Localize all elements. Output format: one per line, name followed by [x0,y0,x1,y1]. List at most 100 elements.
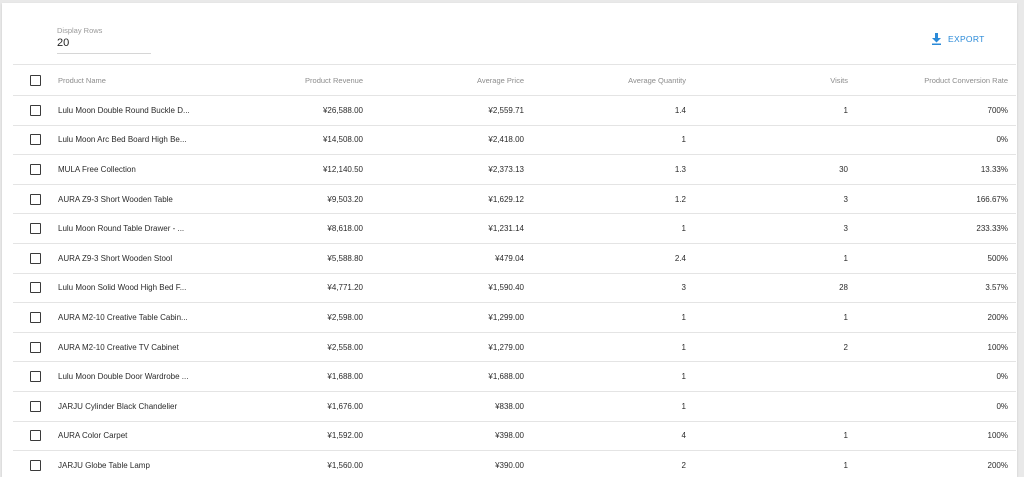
visits-cell: 1 [843,460,848,470]
product-revenue-cell: ¥1,592.00 [327,431,363,441]
visits-cell: 1 [843,105,848,115]
visits-cell: 30 [839,164,848,174]
average-price-cell: ¥398.00 [495,431,524,441]
product-name-cell: AURA Z9-3 Short Wooden Stool [58,253,173,263]
table-row[interactable]: MULA Free Collection ¥12,140.50 ¥2,373.13 1… [13,155,1016,185]
average-quantity-cell: 4 [681,431,686,441]
product-name-cell: AURA Z9-3 Short Wooden Table [58,194,173,204]
header-conversion-rate[interactable]: Product Conversion Rate [924,65,1008,95]
row-checkbox[interactable] [30,134,41,146]
header-average-quantity[interactable]: Average Quantity [628,65,686,95]
average-price-cell: ¥1,629.12 [488,194,524,204]
average-quantity-cell: 2.4 [674,253,686,263]
product-revenue-cell: ¥4,771.20 [327,283,363,293]
average-price-cell: ¥2,418.00 [488,135,524,145]
product-name-cell: Lulu Moon Round Table Drawer - ... [58,224,185,234]
conversion-rate-cell: 500% [987,253,1008,263]
row-checkbox[interactable] [30,371,41,383]
table-row[interactable]: Lulu Moon Double Door Wardrobe ... ¥1,688… [13,362,1016,392]
product-name-cell: Lulu Moon Solid Wood High Bed F... [58,283,187,293]
conversion-rate-cell: 200% [987,460,1008,470]
conversion-rate-cell: 3.57% [985,283,1008,293]
table-row[interactable]: Lulu Moon Double Round Buckle D... ¥26,58… [13,96,1016,126]
report-card: Display Rows 20 EXPORT Product Name Prod… [2,3,1017,477]
average-price-cell: ¥479.04 [495,253,524,263]
average-price-cell: ¥1,279.00 [488,342,524,352]
product-revenue-cell: ¥12,140.50 [322,164,363,174]
display-rows-label: Display Rows [57,26,103,35]
row-checkbox[interactable] [30,193,41,205]
conversion-rate-cell: 166.67% [976,194,1008,204]
table-row[interactable]: JARJU Globe Table Lamp ¥1,560.00 ¥390.00 2 1… [13,451,1016,477]
row-checkbox[interactable] [30,282,41,294]
product-revenue-cell: ¥2,598.00 [327,312,363,322]
average-price-cell: ¥390.00 [495,460,524,470]
product-revenue-cell: ¥14,508.00 [322,135,363,145]
product-name-cell: Lulu Moon Double Round Buckle D... [58,105,190,115]
header-product-revenue[interactable]: Product Revenue [305,65,363,95]
table-row[interactable]: AURA M2-10 Creative TV Cabinet ¥2,558.00 ¥… [13,333,1016,363]
average-quantity-cell: 1.4 [674,105,686,115]
product-table: Product Name Product Revenue Average Pri… [13,64,1016,477]
average-price-cell: ¥2,559.71 [488,105,524,115]
table-row[interactable]: Lulu Moon Round Table Drawer - ... ¥8,618… [13,214,1016,244]
average-quantity-cell: 1 [681,401,686,411]
row-checkbox[interactable] [30,430,41,442]
row-checkbox[interactable] [30,400,41,412]
average-price-cell: ¥1,231.14 [488,224,524,234]
row-checkbox[interactable] [30,341,41,353]
row-checkbox[interactable] [30,223,41,235]
table-row[interactable]: AURA Z9-3 Short Wooden Stool ¥5,588.80 ¥47… [13,244,1016,274]
conversion-rate-cell: 100% [987,431,1008,441]
table-row[interactable]: Lulu Moon Arc Bed Board High Be... ¥14,50… [13,126,1016,156]
table-row[interactable]: AURA Z9-3 Short Wooden Table ¥9,503.20 ¥1,… [13,185,1016,215]
table-row[interactable]: AURA M2-10 Creative Table Cabin... ¥2,598… [13,303,1016,333]
table-row[interactable]: AURA Color Carpet ¥1,592.00 ¥398.00 4 1 100% [13,422,1016,452]
conversion-rate-cell: 100% [987,342,1008,352]
table-row[interactable]: JARJU Cylinder Black Chandelier ¥1,676.00… [13,392,1016,422]
download-icon [932,33,941,45]
product-name-cell: JARJU Cylinder Black Chandelier [58,401,178,411]
conversion-rate-cell: 13.33% [980,164,1008,174]
average-price-cell: ¥1,590.40 [488,283,524,293]
display-rows-value[interactable]: 20 [57,36,151,51]
conversion-rate-cell: 0% [996,401,1008,411]
visits-cell: 28 [839,283,848,293]
table-row[interactable]: Lulu Moon Solid Wood High Bed F... ¥4,771… [13,274,1016,304]
table-header: Product Name Product Revenue Average Pri… [13,64,1016,96]
average-quantity-cell: 1 [681,135,686,145]
average-quantity-cell: 1.2 [674,194,686,204]
visits-cell: 3 [843,194,848,204]
average-quantity-cell: 1 [681,224,686,234]
product-name-cell: Lulu Moon Double Door Wardrobe ... [58,372,189,382]
header-average-price[interactable]: Average Price [477,65,524,95]
average-price-cell: ¥1,299.00 [488,312,524,322]
visits-cell: 2 [843,342,848,352]
row-checkbox[interactable] [30,311,41,323]
header-product-name[interactable]: Product Name [58,65,208,95]
product-revenue-cell: ¥8,618.00 [327,224,363,234]
average-quantity-cell: 3 [681,283,686,293]
product-revenue-cell: ¥26,588.00 [322,105,363,115]
product-name-cell: AURA M2-10 Creative TV Cabinet [58,342,179,352]
visits-cell: 1 [843,253,848,263]
select-all-checkbox[interactable] [30,74,41,86]
product-revenue-cell: ¥5,588.80 [327,253,363,263]
product-revenue-cell: ¥2,558.00 [327,342,363,352]
export-button[interactable]: EXPORT [931,31,985,47]
row-checkbox[interactable] [30,163,41,175]
conversion-rate-cell: 200% [987,312,1008,322]
row-checkbox[interactable] [30,104,41,116]
row-checkbox[interactable] [30,252,41,264]
row-checkbox[interactable] [30,459,41,471]
display-rows-field[interactable]: Display Rows 20 [57,25,151,54]
average-quantity-cell: 1 [681,372,686,382]
conversion-rate-cell: 233.33% [976,224,1008,234]
header-visits[interactable]: Visits [830,65,848,95]
product-name-cell: AURA Color Carpet [58,431,128,441]
average-quantity-cell: 2 [681,460,686,470]
visits-cell: 3 [843,224,848,234]
product-revenue-cell: ¥1,688.00 [327,372,363,382]
conversion-rate-cell: 0% [996,372,1008,382]
average-quantity-cell: 1 [681,312,686,322]
